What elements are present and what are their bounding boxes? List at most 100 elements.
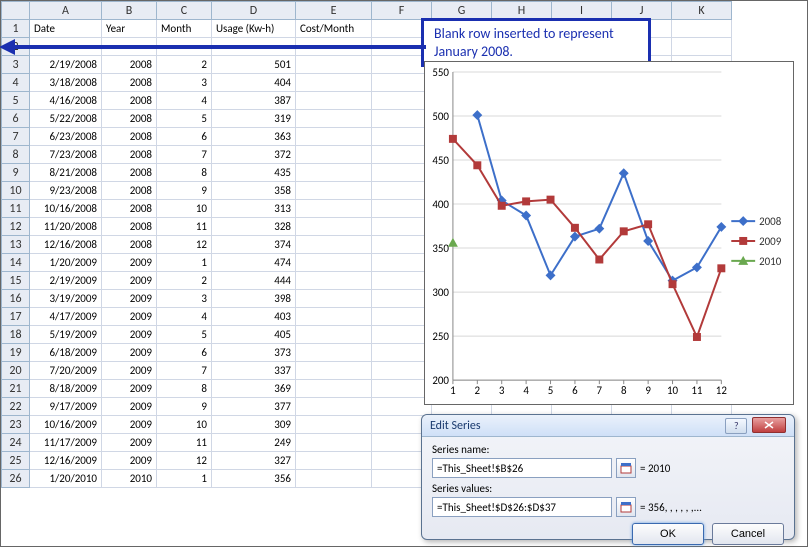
cell[interactable]: 2008 [102, 200, 157, 218]
cell[interactable]: 2009 [102, 434, 157, 452]
cell[interactable] [372, 398, 432, 416]
cell[interactable]: 2/19/2009 [30, 272, 102, 290]
cell[interactable]: 313 [212, 200, 296, 218]
cell[interactable]: 2009 [102, 326, 157, 344]
cell[interactable]: 328 [212, 218, 296, 236]
cell[interactable] [372, 362, 432, 380]
cell[interactable] [296, 434, 372, 452]
row-header[interactable]: 11 [2, 200, 30, 218]
cell[interactable] [372, 146, 432, 164]
cell[interactable] [372, 380, 432, 398]
cell[interactable] [372, 74, 432, 92]
cell[interactable]: Date [30, 20, 102, 38]
cell[interactable] [372, 236, 432, 254]
cell[interactable]: 1/20/2009 [30, 254, 102, 272]
cell[interactable]: 2008 [102, 182, 157, 200]
cell[interactable]: 10 [157, 200, 212, 218]
col-header-A[interactable]: A [30, 2, 102, 20]
cell[interactable]: 6 [157, 344, 212, 362]
cell[interactable]: Year [102, 20, 157, 38]
cell[interactable]: 9/23/2008 [30, 182, 102, 200]
row-header[interactable]: 26 [2, 470, 30, 488]
row-header[interactable]: 10 [2, 182, 30, 200]
cell[interactable]: 7/23/2008 [30, 146, 102, 164]
row-header[interactable]: 9 [2, 164, 30, 182]
cell[interactable] [296, 92, 372, 110]
cell[interactable]: 2009 [102, 380, 157, 398]
cell[interactable]: 1/20/2010 [30, 470, 102, 488]
cell[interactable] [296, 128, 372, 146]
col-header-J[interactable]: J [612, 2, 672, 20]
range-selector-icon[interactable] [616, 458, 636, 478]
cell[interactable] [672, 20, 732, 38]
cell[interactable]: 2/19/2008 [30, 56, 102, 74]
row-header[interactable]: 21 [2, 380, 30, 398]
cell[interactable] [296, 272, 372, 290]
cell[interactable] [296, 398, 372, 416]
cell[interactable] [296, 290, 372, 308]
cell[interactable]: 7 [157, 146, 212, 164]
cell[interactable]: 3/19/2009 [30, 290, 102, 308]
row-header[interactable]: 25 [2, 452, 30, 470]
cell[interactable]: 2009 [102, 452, 157, 470]
row-header[interactable]: 18 [2, 326, 30, 344]
row-header[interactable]: 15 [2, 272, 30, 290]
cell[interactable]: 373 [212, 344, 296, 362]
row-header[interactable]: 1 [2, 20, 30, 38]
row-header[interactable]: 19 [2, 344, 30, 362]
cell[interactable]: 1 [157, 254, 212, 272]
cell[interactable] [372, 164, 432, 182]
cell[interactable]: 10/16/2008 [30, 200, 102, 218]
ok-button[interactable]: OK [632, 523, 704, 545]
row-header[interactable]: 8 [2, 146, 30, 164]
series-name-input[interactable] [432, 458, 612, 478]
cell[interactable]: 2008 [102, 218, 157, 236]
cell[interactable]: 2008 [102, 92, 157, 110]
cell[interactable]: 2 [157, 272, 212, 290]
row-header[interactable]: 5 [2, 92, 30, 110]
cell[interactable]: 2 [157, 56, 212, 74]
cell[interactable] [296, 164, 372, 182]
cell[interactable]: 11 [157, 434, 212, 452]
cell[interactable]: 2008 [102, 146, 157, 164]
cell[interactable]: 398 [212, 290, 296, 308]
cell[interactable]: 10 [157, 416, 212, 434]
cell[interactable]: 2009 [102, 416, 157, 434]
cell[interactable]: 377 [212, 398, 296, 416]
cell[interactable]: 11 [157, 218, 212, 236]
cell[interactable]: 6/23/2008 [30, 128, 102, 146]
close-icon[interactable] [752, 417, 786, 433]
cell[interactable]: 369 [212, 380, 296, 398]
cell[interactable]: 2010 [102, 470, 157, 488]
cell[interactable]: 8 [157, 380, 212, 398]
cell[interactable]: Month [157, 20, 212, 38]
cell[interactable]: 2009 [102, 344, 157, 362]
cell[interactable]: 435 [212, 164, 296, 182]
cell[interactable]: 404 [212, 74, 296, 92]
row-header[interactable]: 24 [2, 434, 30, 452]
col-header-I[interactable]: I [552, 2, 612, 20]
cell[interactable]: 309 [212, 416, 296, 434]
cell[interactable]: 3 [157, 74, 212, 92]
col-header-G[interactable]: G [432, 2, 492, 20]
cell[interactable]: 5/19/2009 [30, 326, 102, 344]
cell[interactable] [296, 56, 372, 74]
cell[interactable] [372, 290, 432, 308]
col-header-K[interactable]: K [672, 2, 732, 20]
cell[interactable] [296, 236, 372, 254]
row-header[interactable]: 17 [2, 308, 30, 326]
cell[interactable]: 358 [212, 182, 296, 200]
row-header[interactable]: 6 [2, 110, 30, 128]
cell[interactable] [296, 416, 372, 434]
cell[interactable] [296, 380, 372, 398]
cell[interactable]: 387 [212, 92, 296, 110]
cell[interactable]: 2009 [102, 362, 157, 380]
cell[interactable]: 1 [157, 470, 212, 488]
cell[interactable] [296, 452, 372, 470]
cell[interactable]: 6 [157, 128, 212, 146]
cell[interactable]: 5 [157, 110, 212, 128]
cell[interactable]: 11/20/2008 [30, 218, 102, 236]
cell[interactable]: 2008 [102, 74, 157, 92]
row-header[interactable]: 3 [2, 56, 30, 74]
cell[interactable]: 2008 [102, 128, 157, 146]
